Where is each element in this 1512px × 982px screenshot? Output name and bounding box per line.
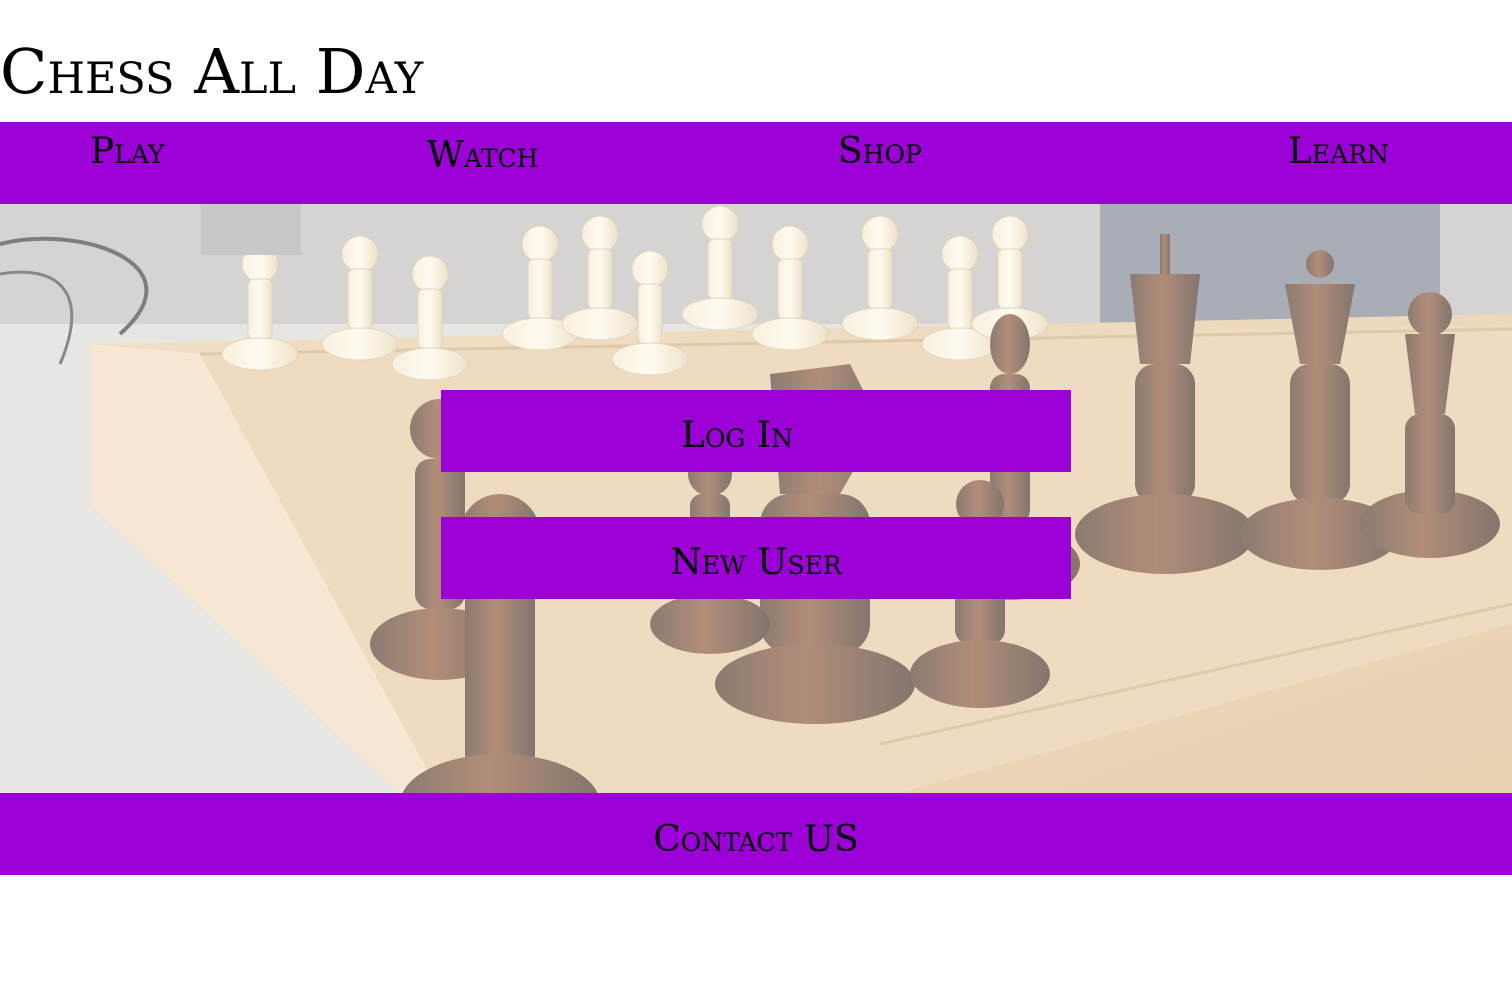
nav-item-play[interactable]: Play [90,132,164,172]
nav-item-shop[interactable]: Shop [838,132,922,172]
hero-overlay [0,204,1512,793]
footer-bar: Contact US [0,793,1512,875]
new-user-button[interactable]: New User [441,517,1071,599]
main-nav: Play Watch Shop Learn [0,122,1512,204]
hero-section: Log In New User [0,204,1512,793]
nav-item-watch[interactable]: Watch [427,136,538,176]
login-button[interactable]: Log In [441,390,1071,472]
gray-placeholder-box [201,204,301,255]
login-button-label: Log In [681,414,793,456]
contact-us-link[interactable]: Contact US [653,819,859,860]
nav-item-learn[interactable]: Learn [1288,132,1389,172]
new-user-button-label: New User [670,541,842,583]
site-header: Chess All Day [0,0,1512,122]
site-title: Chess All Day [0,35,424,108]
